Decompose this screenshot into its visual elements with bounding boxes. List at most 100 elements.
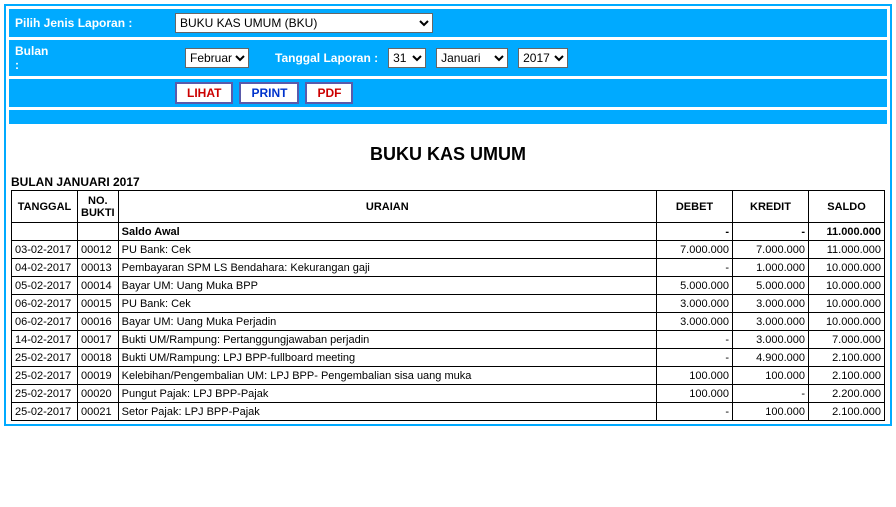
cell-debet: 100.000 (657, 385, 733, 403)
report-table: TANGGAL NO. BUKTI URAIAN DEBET KREDIT SA… (11, 190, 885, 421)
cell-saldo: 2.100.000 (809, 349, 885, 367)
cell-saldo: 11.000.000 (809, 223, 885, 241)
tanggal-day-select[interactable]: 31 (388, 48, 426, 68)
filter-row-jenis: Pilih Jenis Laporan : BUKU KAS UMUM (BKU… (9, 9, 887, 37)
cell-uraian: Bukti UM/Rampung: LPJ BPP-fullboard meet… (118, 349, 656, 367)
cell-no-bukti: 00019 (78, 367, 119, 385)
cell-tanggal: 06-02-2017 (12, 295, 78, 313)
cell-tanggal: 03-02-2017 (12, 241, 78, 259)
cell-kredit: - (733, 223, 809, 241)
th-no-bukti: NO. BUKTI (78, 191, 119, 223)
cell-debet: - (657, 223, 733, 241)
table-row: 05-02-201700014Bayar UM: Uang Muka BPP5.… (12, 277, 885, 295)
cell-tanggal: 14-02-2017 (12, 331, 78, 349)
cell-kredit: 3.000.000 (733, 295, 809, 313)
app-container: Pilih Jenis Laporan : BUKU KAS UMUM (BKU… (4, 4, 892, 426)
table-row: 03-02-201700012PU Bank: Cek7.000.0007.00… (12, 241, 885, 259)
cell-debet: - (657, 349, 733, 367)
cell-kredit: 3.000.000 (733, 331, 809, 349)
cell-tanggal: 05-02-2017 (12, 277, 78, 295)
table-row: 14-02-201700017Bukti UM/Rampung: Pertang… (12, 331, 885, 349)
cell-tanggal: 25-02-2017 (12, 385, 78, 403)
tanggal-label: Tanggal Laporan : (275, 51, 378, 65)
cell-no-bukti: 00020 (78, 385, 119, 403)
table-header-row: TANGGAL NO. BUKTI URAIAN DEBET KREDIT SA… (12, 191, 885, 223)
cell-kredit: - (733, 385, 809, 403)
cell-saldo: 2.100.000 (809, 403, 885, 421)
cell-uraian: Pungut Pajak: LPJ BPP-Pajak (118, 385, 656, 403)
jenis-select[interactable]: BUKU KAS UMUM (BKU) (175, 13, 433, 33)
tanggal-year-select[interactable]: 2017 (518, 48, 568, 68)
filter-row-bulan: Bulan : Februari Tanggal Laporan : 31 Ja… (9, 40, 887, 76)
cell-debet: - (657, 331, 733, 349)
cell-no-bukti: 00013 (78, 259, 119, 277)
table-row: Saldo Awal--11.000.000 (12, 223, 885, 241)
pdf-button[interactable]: PDF (305, 82, 353, 104)
bulan-select[interactable]: Februari (185, 48, 249, 68)
cell-kredit: 100.000 (733, 403, 809, 421)
cell-saldo: 10.000.000 (809, 295, 885, 313)
th-debet: DEBET (657, 191, 733, 223)
cell-kredit: 4.900.000 (733, 349, 809, 367)
cell-saldo: 10.000.000 (809, 313, 885, 331)
th-saldo: SALDO (809, 191, 885, 223)
cell-uraian: Bayar UM: Uang Muka BPP (118, 277, 656, 295)
cell-no-bukti: 00016 (78, 313, 119, 331)
cell-debet: - (657, 403, 733, 421)
cell-uraian: Saldo Awal (118, 223, 656, 241)
report-subtitle: BULAN JANUARI 2017 (11, 175, 885, 189)
cell-debet: 5.000.000 (657, 277, 733, 295)
cell-saldo: 2.200.000 (809, 385, 885, 403)
cell-tanggal: 04-02-2017 (12, 259, 78, 277)
cell-debet: 7.000.000 (657, 241, 733, 259)
cell-no-bukti (78, 223, 119, 241)
lihat-button[interactable]: LIHAT (175, 82, 233, 104)
cell-no-bukti: 00018 (78, 349, 119, 367)
cell-saldo: 10.000.000 (809, 259, 885, 277)
cell-kredit: 3.000.000 (733, 313, 809, 331)
cell-saldo: 10.000.000 (809, 277, 885, 295)
table-row: 06-02-201700016Bayar UM: Uang Muka Perja… (12, 313, 885, 331)
cell-debet: 3.000.000 (657, 295, 733, 313)
cell-uraian: PU Bank: Cek (118, 241, 656, 259)
cell-tanggal: 25-02-2017 (12, 349, 78, 367)
tanggal-month-select[interactable]: Januari (436, 48, 508, 68)
jenis-label: Pilih Jenis Laporan : (15, 16, 165, 30)
cell-debet: - (657, 259, 733, 277)
cell-uraian: Pembayaran SPM LS Bendahara: Kekurangan … (118, 259, 656, 277)
cell-uraian: Kelebihan/Pengembalian UM: LPJ BPP- Peng… (118, 367, 656, 385)
cell-tanggal: 06-02-2017 (12, 313, 78, 331)
table-row: 25-02-201700021Setor Pajak: LPJ BPP-Paja… (12, 403, 885, 421)
cell-uraian: Bukti UM/Rampung: Pertanggungjawaban per… (118, 331, 656, 349)
th-tanggal: TANGGAL (12, 191, 78, 223)
report-title: BUKU KAS UMUM (11, 144, 885, 165)
table-row: 06-02-201700015PU Bank: Cek3.000.0003.00… (12, 295, 885, 313)
table-row: 25-02-201700018Bukti UM/Rampung: LPJ BPP… (12, 349, 885, 367)
cell-uraian: PU Bank: Cek (118, 295, 656, 313)
button-row: LIHAT PRINT PDF (9, 79, 887, 107)
spacer-bar (9, 110, 887, 124)
cell-kredit: 7.000.000 (733, 241, 809, 259)
cell-kredit: 100.000 (733, 367, 809, 385)
cell-tanggal: 25-02-2017 (12, 367, 78, 385)
cell-saldo: 2.100.000 (809, 367, 885, 385)
bulan-label: Bulan : (15, 44, 53, 72)
th-kredit: KREDIT (733, 191, 809, 223)
cell-uraian: Bayar UM: Uang Muka Perjadin (118, 313, 656, 331)
cell-no-bukti: 00014 (78, 277, 119, 295)
cell-saldo: 7.000.000 (809, 331, 885, 349)
print-button[interactable]: PRINT (239, 82, 299, 104)
table-row: 04-02-201700013Pembayaran SPM LS Bendaha… (12, 259, 885, 277)
cell-no-bukti: 00017 (78, 331, 119, 349)
cell-debet: 100.000 (657, 367, 733, 385)
table-row: 25-02-201700020Pungut Pajak: LPJ BPP-Paj… (12, 385, 885, 403)
cell-kredit: 5.000.000 (733, 277, 809, 295)
cell-no-bukti: 00021 (78, 403, 119, 421)
report-area: BUKU KAS UMUM BULAN JANUARI 2017 TANGGAL… (9, 144, 887, 421)
cell-no-bukti: 00015 (78, 295, 119, 313)
table-row: 25-02-201700019Kelebihan/Pengembalian UM… (12, 367, 885, 385)
cell-tanggal (12, 223, 78, 241)
cell-saldo: 11.000.000 (809, 241, 885, 259)
cell-debet: 3.000.000 (657, 313, 733, 331)
th-uraian: URAIAN (118, 191, 656, 223)
